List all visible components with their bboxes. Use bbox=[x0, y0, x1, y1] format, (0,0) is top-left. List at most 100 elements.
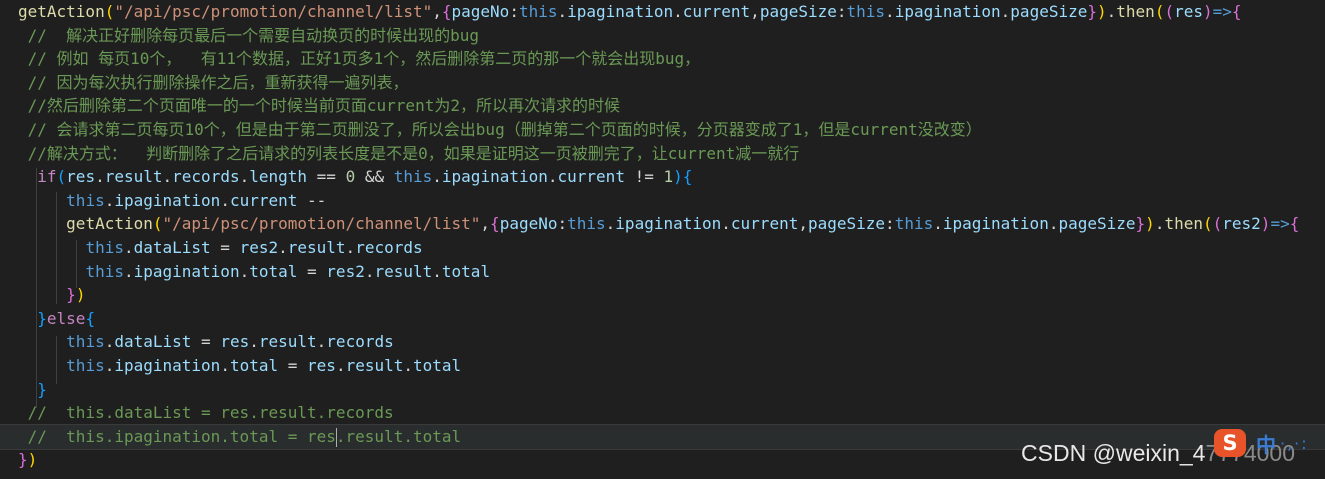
code-line[interactable]: getAction("/api/psc/promotion/channel/li… bbox=[0, 0, 1325, 24]
code-token: != bbox=[624, 167, 664, 187]
code-line[interactable]: //解决方式： 判断删除了之后请求的列表长度是不是0，如果是证明这一页被删完了，… bbox=[0, 142, 1325, 166]
code-token: } bbox=[18, 450, 28, 470]
code-token: //解决方式： 判断删除了之后请求的列表长度是不是0，如果是证明这一页被删完了，… bbox=[18, 143, 800, 163]
code-token: res bbox=[220, 332, 250, 352]
code-token: ipagination bbox=[114, 356, 221, 375]
ime-punctuation-icon[interactable]: ·,·: bbox=[1280, 434, 1309, 453]
code-token: total bbox=[229, 356, 279, 375]
code-token: ( bbox=[1154, 2, 1165, 21]
code-token: => bbox=[1270, 214, 1290, 234]
code-token: , bbox=[750, 2, 760, 21]
code-token: // this.dataList = res.result.records bbox=[18, 403, 394, 423]
code-token: . bbox=[316, 332, 327, 352]
code-token: dataList bbox=[133, 238, 211, 257]
code-line[interactable]: if(res.result.records.length == 0 && thi… bbox=[0, 165, 1325, 189]
code-token: if bbox=[37, 167, 57, 187]
code-token: ipagination bbox=[114, 190, 221, 210]
code-token: . bbox=[432, 167, 442, 187]
code-token: length bbox=[249, 167, 308, 187]
code-token: // 会请求第二页每页10个，但是由于第二页删没了，所以会出bug（删掉第二个页… bbox=[18, 120, 982, 139]
code-token: -- bbox=[297, 190, 327, 210]
code-token: res bbox=[66, 167, 96, 187]
code-token: . bbox=[1000, 2, 1011, 21]
code-token: . bbox=[104, 332, 115, 352]
code-token: // 因为每次执行删除操作之后，重新获得一遍列表， bbox=[18, 72, 409, 92]
code-token: . bbox=[885, 2, 895, 21]
code-token: . bbox=[933, 214, 943, 234]
code-token: pageSize bbox=[759, 2, 837, 21]
code-line[interactable]: this.ipagination.total = res.result.tota… bbox=[0, 354, 1325, 378]
code-token: result bbox=[374, 261, 433, 281]
code-token: ( bbox=[152, 214, 163, 234]
code-line[interactable]: // 解决正好删除每页最后一个需要自动换页的时候出现的bug bbox=[0, 24, 1325, 48]
code-line[interactable]: }else{ bbox=[0, 307, 1325, 331]
code-editor[interactable]: getAction("/api/psc/promotion/channel/li… bbox=[0, 0, 1325, 479]
code-token: this bbox=[393, 167, 433, 187]
code-token: res2 bbox=[1222, 214, 1261, 234]
code-token: : bbox=[557, 214, 568, 234]
code-line[interactable]: // this.dataList = res.result.records bbox=[0, 401, 1325, 425]
code-line[interactable]: this.ipagination.total = res2.result.tot… bbox=[0, 260, 1325, 284]
code-line[interactable]: //然后删除第二个页面唯一的一个时候当前页面current为2，所以再次请求的时… bbox=[0, 94, 1325, 118]
code-token: result bbox=[104, 167, 163, 187]
code-token: . bbox=[239, 167, 250, 187]
code-token: res bbox=[307, 356, 336, 375]
code-token: res2 bbox=[326, 261, 365, 281]
code-token: records bbox=[326, 332, 394, 352]
code-line[interactable]: this.ipagination.current -- bbox=[0, 189, 1325, 213]
code-token: else bbox=[46, 308, 86, 328]
code-line[interactable]: this.dataList = res.result.records bbox=[0, 330, 1325, 354]
ime-toolbar[interactable]: S 中 ·,·: bbox=[1214, 428, 1309, 458]
code-token: , bbox=[480, 214, 491, 234]
code-token: . bbox=[278, 238, 288, 257]
code-token: . bbox=[335, 356, 346, 375]
code-token: . bbox=[220, 356, 230, 375]
code-line[interactable]: this.dataList = res2.result.records bbox=[0, 236, 1325, 260]
code-token: records bbox=[355, 238, 423, 257]
ime-mode-indicator[interactable]: 中 bbox=[1250, 429, 1276, 458]
code-token: .result.total bbox=[335, 426, 462, 446]
code-token: ) bbox=[75, 285, 86, 305]
code-token: : bbox=[509, 2, 519, 21]
code-token: = bbox=[191, 332, 221, 352]
code-token: , bbox=[432, 2, 442, 21]
code-line[interactable]: // 例如 每页10个， 有11个数据，正好1页多1个，然后删除第二页的那一个就… bbox=[0, 47, 1325, 71]
code-token: . bbox=[721, 214, 731, 234]
code-token: ipagination bbox=[567, 2, 674, 21]
code-token: current bbox=[557, 167, 625, 187]
code-token: ipagination bbox=[615, 214, 722, 234]
code-token: } bbox=[37, 308, 47, 328]
code-token: . bbox=[605, 214, 616, 234]
code-token: pageSize bbox=[1058, 214, 1136, 234]
code-token: this bbox=[567, 214, 606, 234]
code-token: res2 bbox=[239, 238, 279, 257]
code-token: pageSize bbox=[1010, 2, 1088, 21]
code-token: . bbox=[1154, 214, 1165, 234]
sogou-logo-icon[interactable]: S bbox=[1214, 429, 1246, 457]
code-token: this bbox=[66, 356, 105, 375]
code-token: 0 bbox=[345, 167, 356, 187]
code-token: { bbox=[1289, 214, 1300, 234]
code-token: current bbox=[229, 190, 298, 210]
code-token: == bbox=[307, 167, 346, 187]
code-line[interactable]: // 因为每次执行删除操作之后，重新获得一遍列表， bbox=[0, 71, 1325, 95]
code-token: result bbox=[345, 356, 404, 375]
code-line[interactable]: } bbox=[0, 378, 1325, 402]
code-token: //然后删除第二个页面唯一的一个时候当前页面current为2，所以再次请求的时… bbox=[18, 96, 620, 116]
code-line[interactable]: getAction("/api/psc/promotion/channel/li… bbox=[0, 212, 1325, 236]
code-token: current bbox=[682, 2, 751, 21]
code-token: = bbox=[210, 238, 240, 257]
watermark-text: CSDN @weixin_4 bbox=[1021, 440, 1206, 466]
code-token: ipagination bbox=[894, 2, 1001, 21]
code-token: . bbox=[104, 190, 115, 210]
code-token: = bbox=[278, 356, 308, 375]
code-line[interactable]: // 会请求第二页每页10个，但是由于第二页删没了，所以会出bug（删掉第二个页… bbox=[0, 118, 1325, 142]
code-line[interactable]: }) bbox=[0, 283, 1325, 307]
code-token: . bbox=[123, 238, 134, 257]
